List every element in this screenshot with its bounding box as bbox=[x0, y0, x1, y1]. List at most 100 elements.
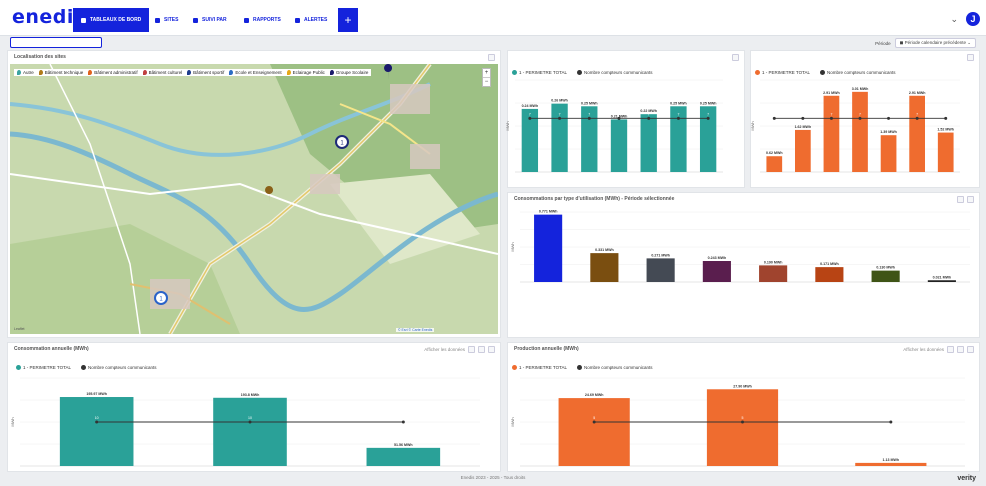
reports-icon bbox=[244, 17, 249, 23]
legend-label: Nombre compteurs communicants bbox=[88, 365, 157, 370]
legend-item[interactable]: 1 - PERIMETRE TOTAL bbox=[512, 70, 568, 76]
pin-icon bbox=[142, 70, 147, 75]
menu-icon[interactable] bbox=[967, 346, 974, 353]
top-bar: enedis TABLEAUX DE BORD SITES SUIVI PAR … bbox=[0, 0, 986, 36]
legend-label: Autre bbox=[23, 70, 34, 75]
legend-label: Bâtiment sportif bbox=[193, 70, 225, 75]
chart-legend: 1 - PERIMETRE TOTAL Nombre compteurs com… bbox=[16, 365, 157, 371]
chart-legend: 1 - PERIMETRE TOTAL Nombre compteurs com… bbox=[512, 365, 653, 371]
user-menu: ⌄ J bbox=[950, 12, 980, 26]
chart-title: Consommations par type d'utilisation (MW… bbox=[514, 196, 675, 202]
period-value: Période calendaire précédente bbox=[904, 40, 966, 45]
legend-label: 1 - PERIMETRE TOTAL bbox=[23, 365, 72, 370]
dashboard-icon bbox=[81, 17, 86, 23]
zoom-out-button[interactable]: − bbox=[483, 77, 490, 86]
map-panel-title: Localisation des sites bbox=[14, 54, 66, 60]
display-data-button[interactable]: Afficher les données bbox=[903, 347, 944, 352]
panel-tools: Afficher les données bbox=[903, 346, 974, 353]
display-data-button[interactable]: Afficher les données bbox=[424, 347, 465, 352]
nav-label: SITES bbox=[164, 17, 179, 23]
search-input[interactable] bbox=[10, 37, 102, 48]
chart-panel-5: Production annuelle (MWh) Afficher les d… bbox=[507, 342, 980, 472]
add-tab-button[interactable]: + bbox=[338, 8, 358, 32]
alerts-icon bbox=[295, 17, 300, 23]
pin-icon bbox=[286, 70, 291, 75]
panel-tools: Afficher les données bbox=[424, 346, 495, 353]
legend-item[interactable]: Nombre compteurs communicants bbox=[820, 70, 896, 76]
menu-icon[interactable] bbox=[732, 54, 739, 61]
legend-label: Bâtiment technique bbox=[44, 70, 84, 75]
legend-item[interactable]: Ecole et Enseignement bbox=[229, 70, 282, 75]
expand-icon[interactable] bbox=[478, 346, 485, 353]
legend-label: Ecole et Enseignement bbox=[235, 70, 282, 75]
download-icon[interactable] bbox=[947, 346, 954, 353]
pin-icon bbox=[88, 70, 93, 75]
panel-tools bbox=[967, 54, 974, 61]
legend-item[interactable]: 1 - PERIMETRE TOTAL bbox=[512, 365, 568, 371]
zoom-in-button[interactable]: + bbox=[483, 69, 490, 77]
download-icon[interactable] bbox=[468, 346, 475, 353]
nav-item-suivi[interactable]: SUIVI PAR bbox=[185, 8, 235, 32]
nav-label: SUIVI PAR bbox=[202, 17, 227, 23]
period-select[interactable]: ◼ Période calendaire précédente ⌄ bbox=[894, 38, 976, 48]
pin-icon bbox=[329, 70, 334, 75]
menu-icon[interactable] bbox=[488, 54, 495, 61]
nav-item-dashboards[interactable]: TABLEAUX DE BORD bbox=[73, 8, 150, 32]
panel-tools bbox=[732, 54, 739, 61]
legend-item[interactable]: Bâtiment culturel bbox=[142, 70, 182, 75]
user-avatar[interactable]: J bbox=[966, 12, 980, 26]
menu-icon[interactable] bbox=[967, 196, 974, 203]
legend-item[interactable]: 1 - PERIMETRE TOTAL bbox=[755, 70, 810, 76]
pin-icon bbox=[38, 70, 43, 75]
panel-tools bbox=[957, 196, 974, 203]
legend-item[interactable]: Bâtiment technique bbox=[38, 70, 84, 75]
legend-item[interactable]: Groupe Scolaire bbox=[329, 70, 369, 75]
map-legend: Autre Bâtiment technique Bâtiment admini… bbox=[14, 69, 372, 76]
nav-label: RAPPORTS bbox=[253, 17, 281, 23]
legend-swatch bbox=[512, 365, 517, 371]
legend-label: Groupe Scolaire bbox=[335, 70, 369, 75]
suivi-icon bbox=[193, 17, 198, 23]
chart-panel-3: Consommations par type d'utilisation (MW… bbox=[507, 192, 980, 338]
legend-item[interactable]: Bâtiment sportif bbox=[187, 70, 224, 75]
legend-item[interactable]: Eclairage Public bbox=[286, 70, 325, 75]
nav-item-alertes[interactable]: ALERTES bbox=[287, 8, 335, 32]
legend-swatch bbox=[512, 70, 517, 76]
pin-icon bbox=[187, 70, 192, 75]
legend-swatch bbox=[16, 365, 21, 371]
map-canvas: 1 1 bbox=[10, 64, 498, 334]
legend-item[interactable]: Bâtiment administratif bbox=[88, 70, 138, 75]
legend-item[interactable]: Autre bbox=[17, 70, 34, 75]
legend-item[interactable]: Nombre compteurs communicants bbox=[577, 70, 653, 76]
nav-label: ALERTES bbox=[304, 17, 328, 23]
expand-icon[interactable] bbox=[957, 346, 964, 353]
menu-icon[interactable] bbox=[488, 346, 495, 353]
pin-icon bbox=[229, 70, 234, 75]
leaflet-credit[interactable]: Leaflet bbox=[14, 327, 25, 331]
legend-item[interactable]: Nombre compteurs communicants bbox=[577, 365, 653, 371]
zoom-control: + − bbox=[482, 68, 491, 87]
legend-item[interactable]: Nombre compteurs communicants bbox=[81, 365, 157, 371]
legend-label: 1 - PERIMETRE TOTAL bbox=[519, 70, 568, 75]
chart-title: Consommation annuelle (MWh) bbox=[14, 346, 89, 352]
nav-item-rapports[interactable]: RAPPORTS bbox=[236, 8, 289, 32]
period-selector: Période ◼ Période calendaire précédente … bbox=[875, 38, 976, 48]
legend-label: Nombre compteurs communicants bbox=[584, 365, 653, 370]
period-label: Période bbox=[875, 40, 891, 46]
chart-legend: 1 - PERIMETRE TOTAL Nombre compteurs com… bbox=[755, 70, 896, 76]
map-attribution[interactable]: © Esri © Carte Enedis bbox=[396, 328, 435, 332]
nav-label: TABLEAUX DE BORD bbox=[90, 17, 142, 23]
legend-label: Eclairage Public bbox=[292, 70, 325, 75]
footer-text: Enedis 2023 - 2025 - Tous droits bbox=[460, 475, 526, 480]
menu-icon[interactable] bbox=[967, 54, 974, 61]
site-map[interactable]: 1 1 bbox=[10, 64, 498, 334]
download-icon[interactable] bbox=[957, 196, 964, 203]
legend-item[interactable]: 1 - PERIMETRE TOTAL bbox=[16, 365, 72, 371]
legend-swatch bbox=[755, 70, 760, 76]
sites-icon bbox=[155, 17, 160, 23]
chart-title: Production annuelle (MWh) bbox=[514, 346, 579, 352]
chart-panel-4: Consommation annuelle (MWh) Afficher les… bbox=[7, 342, 501, 472]
legend-label: 1 - PERIMETRE TOTAL bbox=[519, 365, 568, 370]
chevron-down-icon[interactable]: ⌄ bbox=[950, 14, 958, 25]
nav-item-sites[interactable]: SITES bbox=[147, 8, 186, 32]
